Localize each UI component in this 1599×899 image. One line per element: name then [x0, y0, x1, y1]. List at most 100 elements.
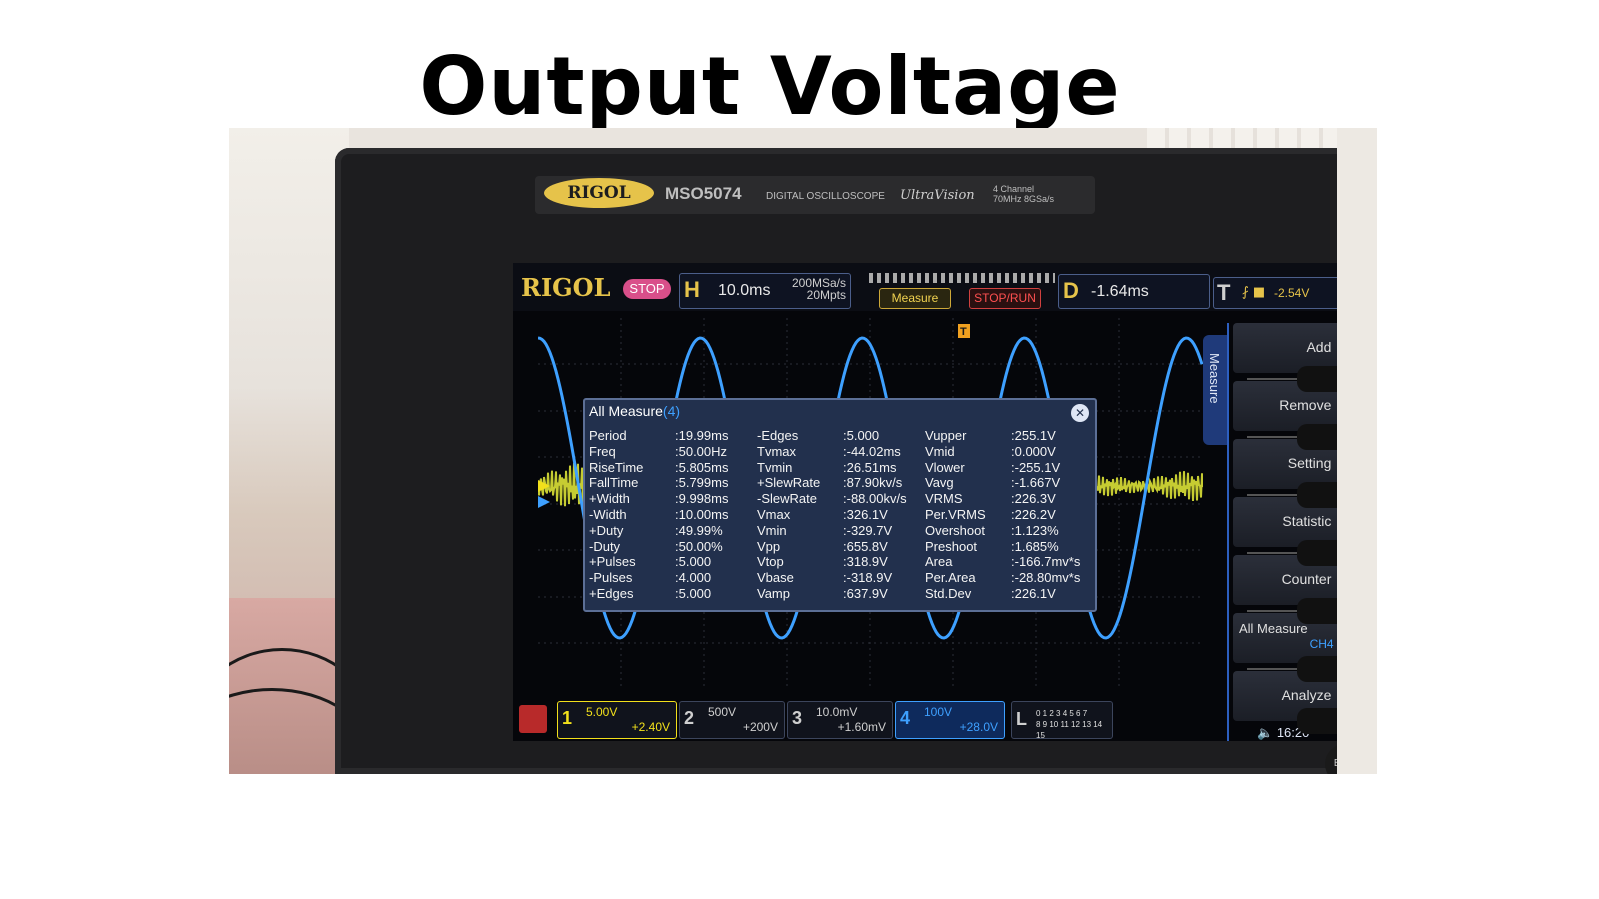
- ch1-offset: +2.40V: [631, 720, 670, 734]
- channel-bar: 1 5.00V +2.40V 2 500V +200V 3 10.0mV +1.…: [513, 697, 1377, 741]
- bezel-line: [1247, 668, 1297, 670]
- logic-digits-row1: 0 1 2 3 4 5 6 7: [1036, 709, 1088, 718]
- channel-2-button[interactable]: 2 500V +200V: [679, 701, 785, 739]
- model-number: MSO5074: [665, 184, 742, 203]
- measure-name: Vbase: [757, 570, 794, 586]
- measure-row: Vupper:255.1V: [925, 428, 1091, 444]
- measure-name: +Pulses: [589, 554, 636, 570]
- channel-spec-line1: 4 Channel: [993, 184, 1035, 194]
- ch3-offset: +1.60mV: [837, 720, 886, 734]
- measure-value: :326.1V: [843, 506, 888, 522]
- measure-name: Vpp: [757, 538, 781, 554]
- measure-value: :-88.00kv/s: [843, 491, 907, 507]
- measure-value: :-44.02ms: [843, 443, 901, 459]
- channel-1-button[interactable]: 1 5.00V +2.40V: [557, 701, 677, 739]
- measure-value: :655.8V: [843, 538, 888, 554]
- measure-value: :-1.667V: [1011, 475, 1061, 491]
- measure-button[interactable]: Measure: [879, 288, 951, 309]
- channel-spec-line2: 70MHz 8GSa/s: [993, 194, 1055, 204]
- measure-column-3: Vupper:255.1V Vmid:0.000V Vlower:-255.1V Va…: [925, 428, 1091, 602]
- measure-row: Vavg:-1.667V: [925, 475, 1091, 491]
- measure-row: +Duty :49.99%: [589, 523, 755, 539]
- channel-spec: 4 Channel 70MHz 8GSa/s: [993, 184, 1054, 204]
- trigger-marker: T: [958, 324, 970, 338]
- horizontal-settings[interactable]: H 10.0ms 200MSa/s 20Mpts: [679, 273, 851, 309]
- measure-value: :-28.80mv*s: [1011, 570, 1081, 586]
- measure-name: +SlewRate: [757, 475, 821, 491]
- measure-value: :318.9V: [843, 554, 888, 570]
- measure-row: Vmin:-329.7V: [757, 523, 923, 539]
- horizontal-letter: H: [684, 277, 700, 302]
- measure-value: :19.99ms: [675, 428, 729, 443]
- measure-name: Vlower: [925, 459, 965, 475]
- trigger-level: -2.54V: [1274, 286, 1310, 300]
- logic-letter: L: [1016, 709, 1027, 729]
- measure-row: Vbase:-318.9V: [757, 570, 923, 586]
- measure-row: RiseTime:5.805ms: [589, 460, 755, 476]
- measure-name: -Pulses: [589, 570, 633, 586]
- measure-value: :226.3V: [1011, 491, 1056, 507]
- measure-name: -Width: [589, 506, 627, 522]
- measure-name: +Width: [589, 491, 630, 507]
- status-bar: RIGOL STOP H 10.0ms 200MSa/s 20Mpts Meas…: [513, 263, 1377, 311]
- measure-name: +Edges: [589, 585, 634, 601]
- ch2-offset: +200V: [742, 720, 778, 734]
- panel-title: All Measure(4): [589, 403, 680, 419]
- timebase-value: 10.0ms: [718, 282, 771, 299]
- measure-value: :1.123%: [1011, 522, 1059, 538]
- measure-name: Area: [925, 554, 953, 570]
- measure-value: :5.000: [675, 585, 712, 601]
- device-type: DIGITAL OSCILLOSCOPE: [766, 191, 885, 202]
- measure-name: Vupper: [925, 428, 967, 443]
- measure-row: Vmax:326.1V: [757, 507, 923, 523]
- ch3-number: 3: [792, 708, 803, 728]
- logic-analyzer-button[interactable]: L 0 1 2 3 4 5 6 7 8 9 10 11 12 13 14 15: [1011, 701, 1113, 741]
- stoprun-button[interactable]: STOP/RUN: [969, 288, 1041, 309]
- measure-row: Freq:50.00Hz: [589, 444, 755, 460]
- ch4-ground-marker: [538, 496, 550, 508]
- measure-row: +Pulses :5.000: [589, 554, 755, 570]
- menu-tab[interactable]: Measure: [1203, 335, 1229, 445]
- memory-depth: 20Mpts: [806, 288, 846, 302]
- channel-4-button[interactable]: 4 100V +28.0V: [895, 701, 1005, 739]
- logic-channels: 0 1 2 3 4 5 6 7 8 9 10 11 12 13 14 15: [1036, 708, 1112, 741]
- close-icon[interactable]: ✕: [1071, 404, 1089, 422]
- delay-value: -1.64ms: [1091, 283, 1149, 300]
- ch3-scale: 10.0mV: [816, 705, 858, 719]
- measure-name: Vtop: [757, 554, 784, 570]
- channel-3-button[interactable]: 3 10.0mV +1.60mV: [787, 701, 893, 739]
- measure-column-2: -Edges:5.000 Tvmax:-44.02ms Tvmin:26.51ms +…: [757, 428, 923, 602]
- run-state-badge: STOP: [623, 279, 671, 299]
- measure-value: :5.000: [843, 428, 880, 443]
- background-wall-right: [1337, 128, 1377, 774]
- measure-row: Period :19.99ms: [589, 428, 755, 444]
- bezel-line: [1247, 436, 1297, 438]
- ch4-scale: 100V: [924, 705, 953, 719]
- ch2-scale: 500V: [708, 705, 737, 719]
- measure-name: Period: [589, 428, 627, 443]
- measure-value: :-166.7mv*s: [1011, 554, 1081, 570]
- delay-settings[interactable]: D -1.64ms: [1058, 274, 1210, 309]
- measure-name: -Edges: [757, 428, 799, 443]
- measure-name: Per.VRMS: [925, 506, 986, 522]
- measure-value: :1.685%: [1011, 538, 1059, 554]
- measure-value: :-329.7V: [843, 522, 893, 538]
- measure-value: :226.2V: [1011, 506, 1056, 522]
- memory-position-indicator: [869, 273, 1055, 283]
- all-measure-panel: All Measure(4) ✕ Period :19.99ms Freq:50.0…: [583, 398, 1097, 612]
- measure-value: :10.00ms: [675, 506, 729, 522]
- measure-name: Overshoot: [925, 522, 985, 538]
- measure-value: :0.000V: [1011, 443, 1056, 459]
- measure-value: :5.000: [675, 554, 712, 570]
- measure-value: :49.99%: [675, 522, 723, 538]
- panel-channel: (4): [662, 403, 681, 419]
- measure-value: :637.9V: [843, 585, 888, 601]
- measure-name: +Duty: [589, 522, 624, 538]
- measure-row: +SlewRate:87.90kv/s: [757, 475, 923, 491]
- rising-edge-icon: ⨏ ■: [1242, 285, 1266, 300]
- trigger-marker-label: T: [960, 326, 967, 338]
- measure-name: Vmid: [925, 443, 955, 459]
- bezel-line: [1247, 610, 1297, 612]
- home-icon[interactable]: [519, 705, 547, 733]
- ch4-number: 4: [900, 708, 911, 728]
